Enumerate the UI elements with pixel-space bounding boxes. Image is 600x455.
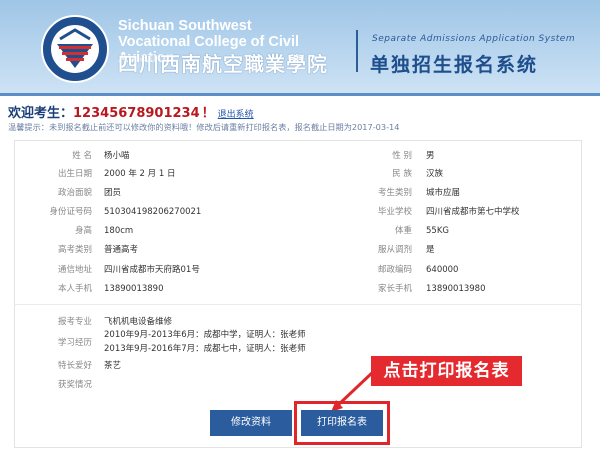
annotation-callout: 点击打印报名表 [371, 356, 522, 386]
field-value: 13890013980 [426, 284, 486, 294]
welcome-exclaim: ！ [201, 106, 215, 121]
field-label: 性 别 [392, 151, 412, 161]
field-row-weight: 体重 55KG [334, 222, 574, 240]
field-label: 高考类别 [57, 245, 92, 255]
field-row-address: 通信地址 四川省成都市天府路01号 [14, 261, 294, 279]
field-label: 姓 名 [72, 151, 92, 161]
field-label: 身高 [74, 226, 92, 236]
field-label: 特长爱好 [57, 361, 92, 371]
field-row-name: 姓 名 杨小喵 [14, 147, 294, 165]
field-value: 510304198206270021 [104, 207, 202, 217]
field-value-line2: 2013年9月-2016年7月：成都七中，证明人：张老师 [104, 344, 306, 354]
field-label: 体重 [394, 226, 412, 236]
field-row-political-status: 政治面貌 团员 [14, 184, 294, 202]
field-row-school: 毕业学校 四川省成都市第七中学校 [334, 203, 574, 221]
field-value: 杨小喵 [104, 151, 130, 161]
field-row-postcode: 邮政编码 640000 [334, 261, 574, 279]
field-label: 学习经历 [57, 338, 92, 348]
field-value: 是 [426, 245, 435, 255]
field-value: 男 [426, 151, 435, 161]
field-row-gender: 性 别 男 [334, 147, 574, 165]
field-label: 考生类别 [377, 188, 412, 198]
candidate-number: 12345678901234 [73, 106, 200, 121]
edit-info-button[interactable]: 修改资料 [210, 410, 292, 436]
field-label: 出生日期 [57, 169, 92, 179]
college-emblem-icon [41, 15, 109, 83]
field-value: 团员 [104, 188, 122, 198]
field-row-candidate-category: 考生类别 城市应届 [334, 184, 574, 202]
field-value-line1: 2010年9月-2013年6月：成都中学，证明人：张老师 [104, 330, 306, 340]
header-banner: Sichuan Southwest Vocational College of … [0, 0, 600, 96]
field-label: 民 族 [392, 169, 412, 179]
system-english-title: Separate Admissions Application System [372, 34, 576, 44]
welcome-prefix: 欢迎考生： [8, 106, 74, 121]
field-row-birthdate: 出生日期 2000 年 2 月 1 日 [14, 165, 294, 183]
system-chinese-title: 单独招生报名系统 [370, 54, 539, 76]
field-value: 茶艺 [104, 361, 122, 371]
field-value: 城市应届 [426, 188, 461, 198]
field-value: 640000 [426, 265, 459, 275]
welcome-line: 欢迎考生：12345678901234！退出系统 [8, 102, 254, 121]
college-english-line1: Sichuan Southwest [118, 18, 252, 34]
field-label: 本人手机 [57, 284, 92, 294]
field-label: 服从调剂 [377, 245, 412, 255]
field-value: 四川省成都市天府路01号 [104, 265, 200, 275]
field-label: 邮政编码 [377, 265, 412, 275]
logout-link[interactable]: 退出系统 [218, 110, 254, 120]
field-value: 2000 年 2 月 1 日 [104, 169, 176, 179]
field-label: 家长手机 [377, 284, 412, 294]
field-row-adjustment: 服从调剂 是 [334, 241, 574, 259]
college-chinese-name: 四川西南航空職業學院 [118, 52, 328, 76]
field-row-height: 身高 180cm [14, 222, 294, 240]
field-value: 普通高考 [104, 245, 139, 255]
field-row-id-number: 身份证号码 510304198206270021 [14, 203, 294, 221]
field-label: 身份证号码 [49, 207, 92, 217]
field-row-mobile: 本人手机 13890013890 [14, 280, 294, 298]
section-divider [14, 304, 582, 305]
field-label: 政治面貌 [57, 188, 92, 198]
field-label: 通信地址 [57, 265, 92, 275]
field-label: 毕业学校 [377, 207, 412, 217]
reminder-tip: 温馨提示：未到报名截止前还可以修改你的资料哦！修改后请重新打印报名表，报名截止日… [8, 122, 400, 132]
field-label: 获奖情况 [57, 380, 92, 390]
field-row-ethnicity: 民 族 汉族 [334, 165, 574, 183]
banner-divider [356, 30, 358, 72]
field-value: 13890013890 [104, 284, 164, 294]
field-value: 四川省成都市第七中学校 [426, 207, 520, 217]
field-value: 汉族 [426, 169, 444, 179]
field-value: 55KG [426, 226, 449, 236]
field-value: 180cm [104, 226, 134, 236]
field-row-parent-mobile: 家长手机 13890013980 [334, 280, 574, 298]
print-form-button[interactable]: 打印报名表 [301, 410, 383, 436]
field-row-exam-type: 高考类别 普通高考 [14, 241, 294, 259]
